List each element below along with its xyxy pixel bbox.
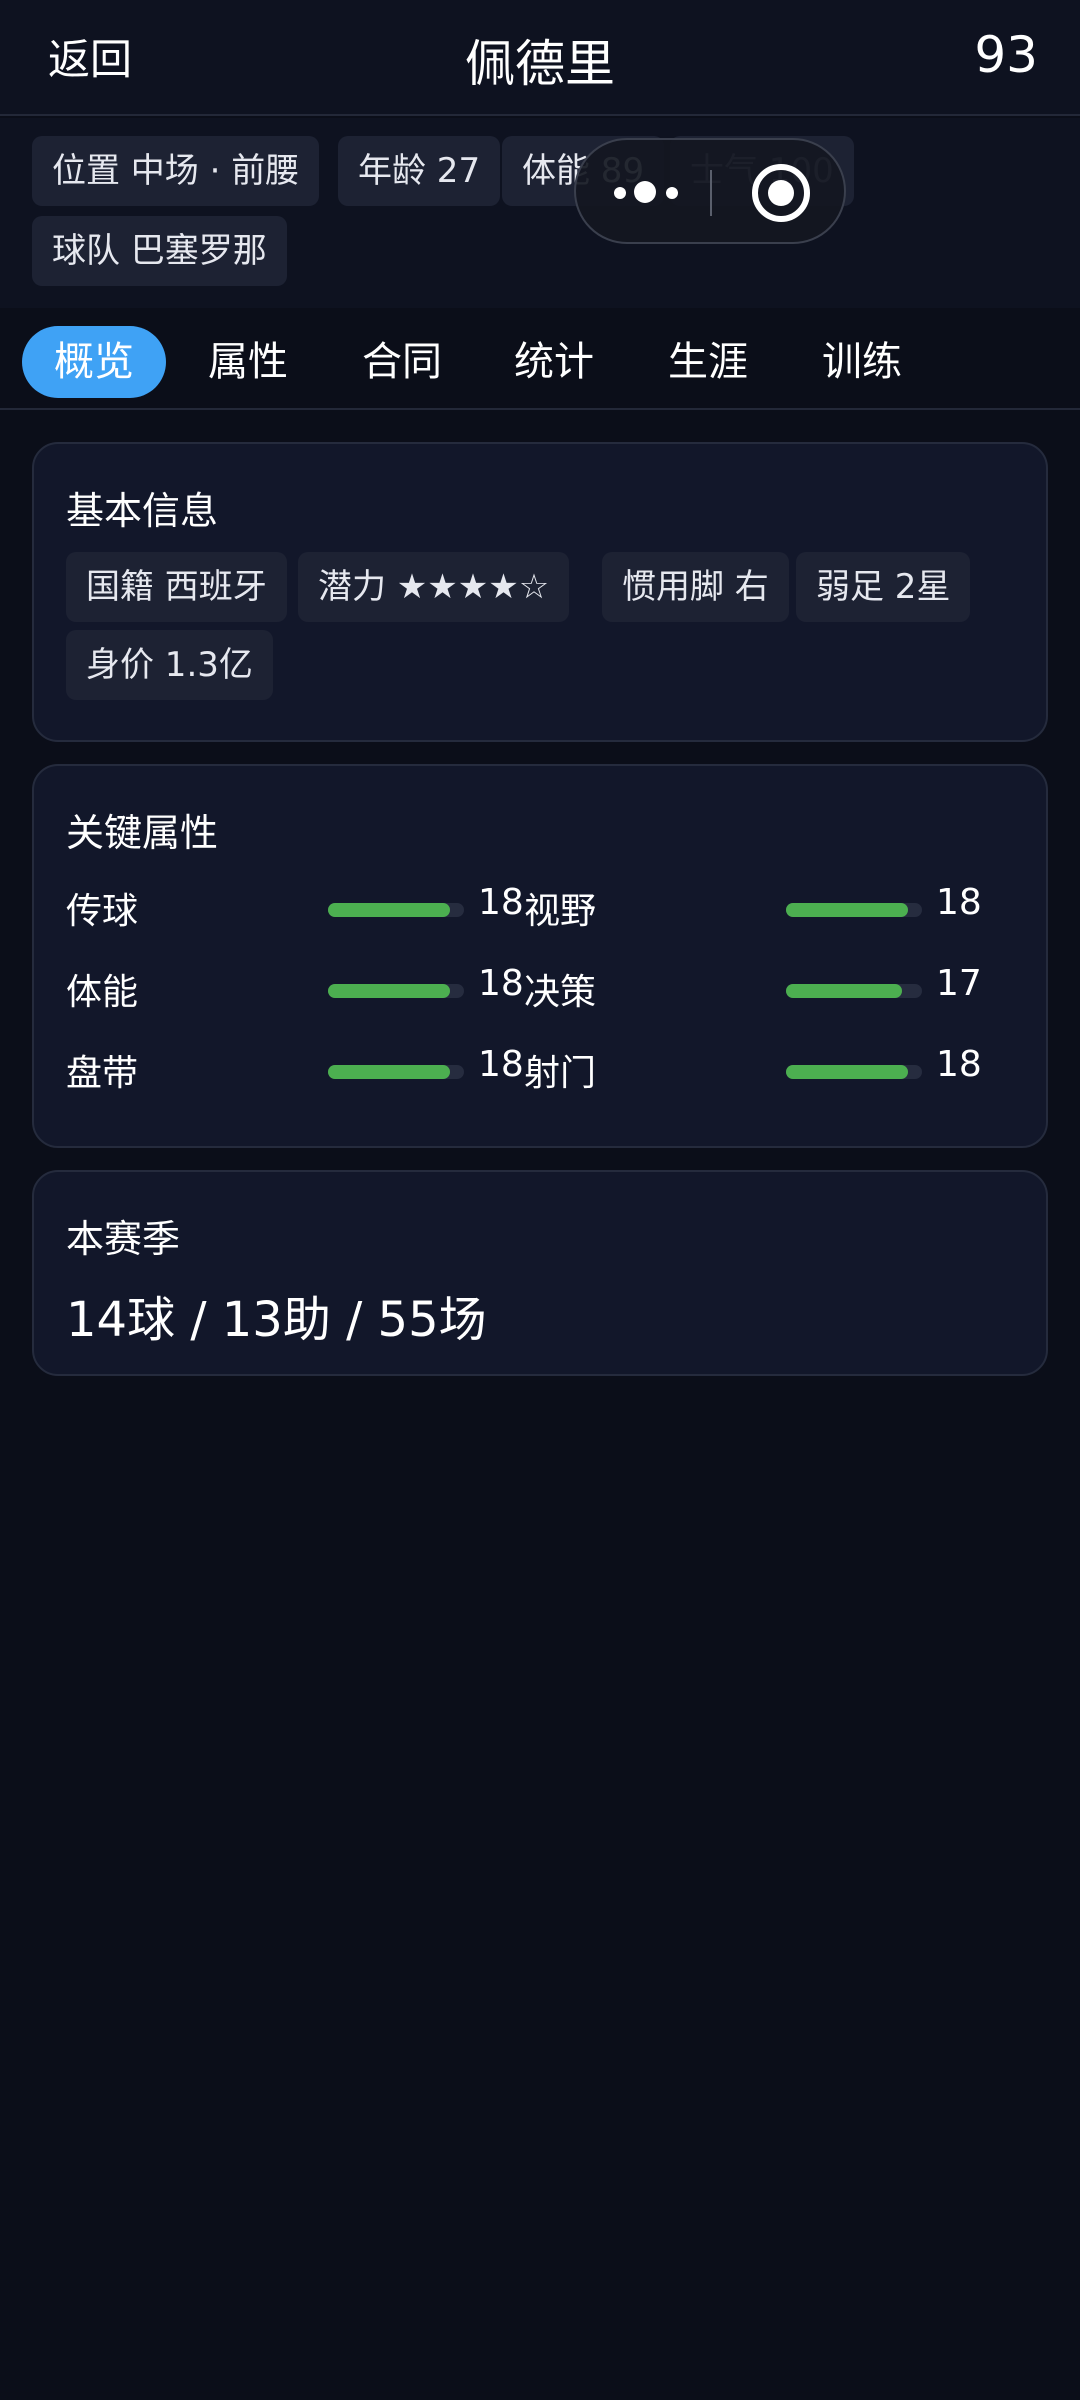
season-title: 本赛季 [66, 1217, 181, 1261]
attr-bar-track [328, 903, 464, 917]
top-bar: 返回 佩德里 93 [0, 0, 1080, 116]
potential-tag: 潜力 ★★★★☆ [298, 552, 570, 622]
attr-bar-fill [328, 903, 450, 917]
attr-bar-fill [786, 984, 902, 998]
tab-bar: 概览 属性 合同 统计 生涯 训练 [0, 316, 1080, 410]
key-attributes-card: 关键属性 传球 18 视野 18 体能 18 决策 17 盘带 18 射门 18 [32, 764, 1048, 1148]
basic-info-card: 基本信息 国籍 西班牙 潜力 ★★★★☆ 惯用脚 右 弱足 2星 身价 1.3亿 [32, 442, 1048, 742]
attr-bar-fill [786, 903, 908, 917]
attr-value: 18 [478, 963, 524, 1004]
attr-bar-fill [786, 1065, 908, 1079]
tab-training[interactable]: 训练 [790, 326, 934, 398]
attr-value: 18 [936, 882, 982, 923]
preferred-foot-tag: 惯用脚 右 [602, 552, 789, 622]
age-tag: 年龄 27 [338, 136, 501, 206]
attr-bar-track [786, 984, 922, 998]
attr-value: 17 [936, 963, 982, 1004]
attr-value: 18 [936, 1044, 982, 1085]
position-tag: 位置 中场 · 前腰 [32, 136, 320, 206]
tab-contract[interactable]: 合同 [330, 326, 474, 398]
attr-bar-track [328, 1065, 464, 1079]
overall-rating: 93 [974, 26, 1038, 84]
key-attributes-title: 关键属性 [66, 811, 219, 855]
market-value-tag: 身价 1.3亿 [66, 630, 273, 700]
attr-label-vision: 视野 [524, 891, 597, 932]
capsule-divider [710, 170, 712, 216]
season-card: 本赛季 14球 / 13助 / 55场 [32, 1170, 1048, 1376]
attr-bar-track [786, 1065, 922, 1079]
attr-label-stamina: 体能 [66, 972, 139, 1013]
attr-label-shooting: 射门 [524, 1053, 597, 1094]
attr-label-dribbling: 盘带 [66, 1053, 139, 1094]
attr-label-passing: 传球 [66, 891, 139, 932]
tab-stats[interactable]: 统计 [482, 326, 626, 398]
attr-bar-track [328, 984, 464, 998]
player-tags: 位置 中场 · 前腰 年龄 27 体能 89 士气 100 球队 巴塞罗那 [0, 118, 1080, 308]
basic-info-title: 基本信息 [66, 489, 219, 533]
nationality-tag: 国籍 西班牙 [66, 552, 287, 622]
attr-bar-track [786, 903, 922, 917]
tab-attributes[interactable]: 属性 [176, 326, 320, 398]
season-summary: 14球 / 13助 / 55场 [66, 1292, 487, 1348]
attr-value: 18 [478, 882, 524, 923]
attr-bar-fill [328, 984, 450, 998]
tab-career[interactable]: 生涯 [636, 326, 780, 398]
attr-bar-fill [328, 1065, 450, 1079]
attr-label-decisions: 决策 [524, 972, 597, 1013]
attr-value: 18 [478, 1044, 524, 1085]
close-miniapp-icon[interactable] [752, 164, 810, 222]
tab-overview[interactable]: 概览 [22, 326, 166, 398]
team-tag: 球队 巴塞罗那 [32, 216, 287, 286]
miniapp-capsule [574, 138, 846, 244]
more-icon[interactable] [614, 175, 684, 211]
page-title: 佩德里 [465, 35, 615, 93]
weak-foot-tag: 弱足 2星 [796, 552, 971, 622]
